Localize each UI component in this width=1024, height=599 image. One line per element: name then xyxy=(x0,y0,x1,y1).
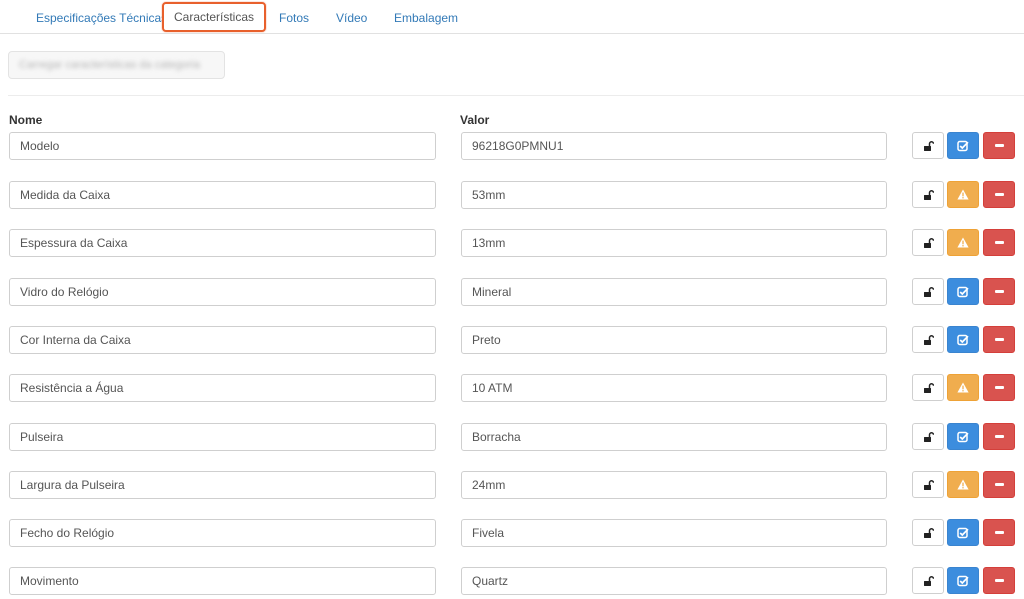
column-header-value: Valor xyxy=(460,113,490,127)
warning-icon xyxy=(957,479,969,490)
value-field[interactable]: 96218G0PMNU1 xyxy=(461,132,887,160)
unlock-icon xyxy=(922,286,934,298)
check-square-icon xyxy=(957,334,969,346)
name-field[interactable]: Espessura da Caixa xyxy=(9,229,436,257)
minus-icon xyxy=(994,531,1004,534)
unlock-icon xyxy=(922,189,934,201)
value-field[interactable]: 10 ATM xyxy=(461,374,887,402)
lock-button[interactable] xyxy=(912,181,944,208)
unlock-icon xyxy=(922,237,934,249)
column-header-name: Nome xyxy=(9,113,43,127)
name-field[interactable]: Vidro do Relógio xyxy=(9,278,436,306)
minus-icon xyxy=(994,193,1004,196)
check-square-icon xyxy=(957,431,969,443)
value-field[interactable]: Borracha xyxy=(461,423,887,451)
value-field[interactable]: 24mm xyxy=(461,471,887,499)
warning-button[interactable] xyxy=(947,229,979,256)
tab-video[interactable]: Vídeo xyxy=(336,4,367,32)
name-field[interactable]: Pulseira xyxy=(9,423,436,451)
remove-button[interactable] xyxy=(983,278,1015,305)
remove-button[interactable] xyxy=(983,374,1015,401)
tab-bar: Especificações Técnicas Características … xyxy=(0,0,1024,34)
blurred-select[interactable]: Carregar características da categoria xyxy=(8,51,225,79)
warning-button[interactable] xyxy=(947,471,979,498)
value-field[interactable]: Preto xyxy=(461,326,887,354)
minus-icon xyxy=(994,435,1004,438)
blurred-select-text: Carregar características da categoria xyxy=(19,59,200,71)
lock-button[interactable] xyxy=(912,519,944,546)
unlock-icon xyxy=(922,575,934,587)
value-field[interactable]: 13mm xyxy=(461,229,887,257)
warning-button[interactable] xyxy=(947,374,979,401)
lock-button[interactable] xyxy=(912,374,944,401)
minus-icon xyxy=(994,386,1004,389)
name-field[interactable]: Modelo xyxy=(9,132,436,160)
minus-icon xyxy=(994,579,1004,582)
warning-button[interactable] xyxy=(947,181,979,208)
value-field[interactable]: Mineral xyxy=(461,278,887,306)
tab-especificacoes-tecnicas[interactable]: Especificações Técnicas xyxy=(36,4,167,32)
unlock-icon xyxy=(922,382,934,394)
name-field[interactable]: Resistência a Água xyxy=(9,374,436,402)
value-field[interactable]: Fivela xyxy=(461,519,887,547)
warning-icon xyxy=(957,237,969,248)
minus-icon xyxy=(994,144,1004,147)
lock-button[interactable] xyxy=(912,423,944,450)
name-field[interactable]: Medida da Caixa xyxy=(9,181,436,209)
lock-button[interactable] xyxy=(912,278,944,305)
value-field[interactable]: Quartz xyxy=(461,567,887,595)
tab-fotos[interactable]: Fotos xyxy=(279,4,309,32)
value-field[interactable]: 53mm xyxy=(461,181,887,209)
name-field[interactable]: Cor Interna da Caixa xyxy=(9,326,436,354)
check-button[interactable] xyxy=(947,326,979,353)
check-square-icon xyxy=(957,575,969,587)
check-button[interactable] xyxy=(947,132,979,159)
name-field[interactable]: Movimento xyxy=(9,567,436,595)
remove-button[interactable] xyxy=(983,326,1015,353)
check-square-icon xyxy=(957,140,969,152)
tab-caracteristicas[interactable]: Características xyxy=(162,2,267,32)
tab-embalagem[interactable]: Embalagem xyxy=(394,4,458,32)
remove-button[interactable] xyxy=(983,181,1015,208)
remove-button[interactable] xyxy=(983,132,1015,159)
check-square-icon xyxy=(957,286,969,298)
lock-button[interactable] xyxy=(912,567,944,594)
remove-button[interactable] xyxy=(983,519,1015,546)
remove-button[interactable] xyxy=(983,229,1015,256)
lock-button[interactable] xyxy=(912,326,944,353)
lock-button[interactable] xyxy=(912,132,944,159)
lock-button[interactable] xyxy=(912,229,944,256)
check-button[interactable] xyxy=(947,278,979,305)
minus-icon xyxy=(994,290,1004,293)
remove-button[interactable] xyxy=(983,471,1015,498)
remove-button[interactable] xyxy=(983,423,1015,450)
unlock-icon xyxy=(922,527,934,539)
minus-icon xyxy=(994,483,1004,486)
unlock-icon xyxy=(922,140,934,152)
check-button[interactable] xyxy=(947,423,979,450)
divider xyxy=(8,95,1024,96)
check-button[interactable] xyxy=(947,567,979,594)
unlock-icon xyxy=(922,431,934,443)
unlock-icon xyxy=(922,334,934,346)
warning-icon xyxy=(957,189,969,200)
minus-icon xyxy=(994,241,1004,244)
unlock-icon xyxy=(922,479,934,491)
name-field[interactable]: Largura da Pulseira xyxy=(9,471,436,499)
check-button[interactable] xyxy=(947,519,979,546)
remove-button[interactable] xyxy=(983,567,1015,594)
minus-icon xyxy=(994,338,1004,341)
name-field[interactable]: Fecho do Relógio xyxy=(9,519,436,547)
warning-icon xyxy=(957,382,969,393)
lock-button[interactable] xyxy=(912,471,944,498)
check-square-icon xyxy=(957,527,969,539)
